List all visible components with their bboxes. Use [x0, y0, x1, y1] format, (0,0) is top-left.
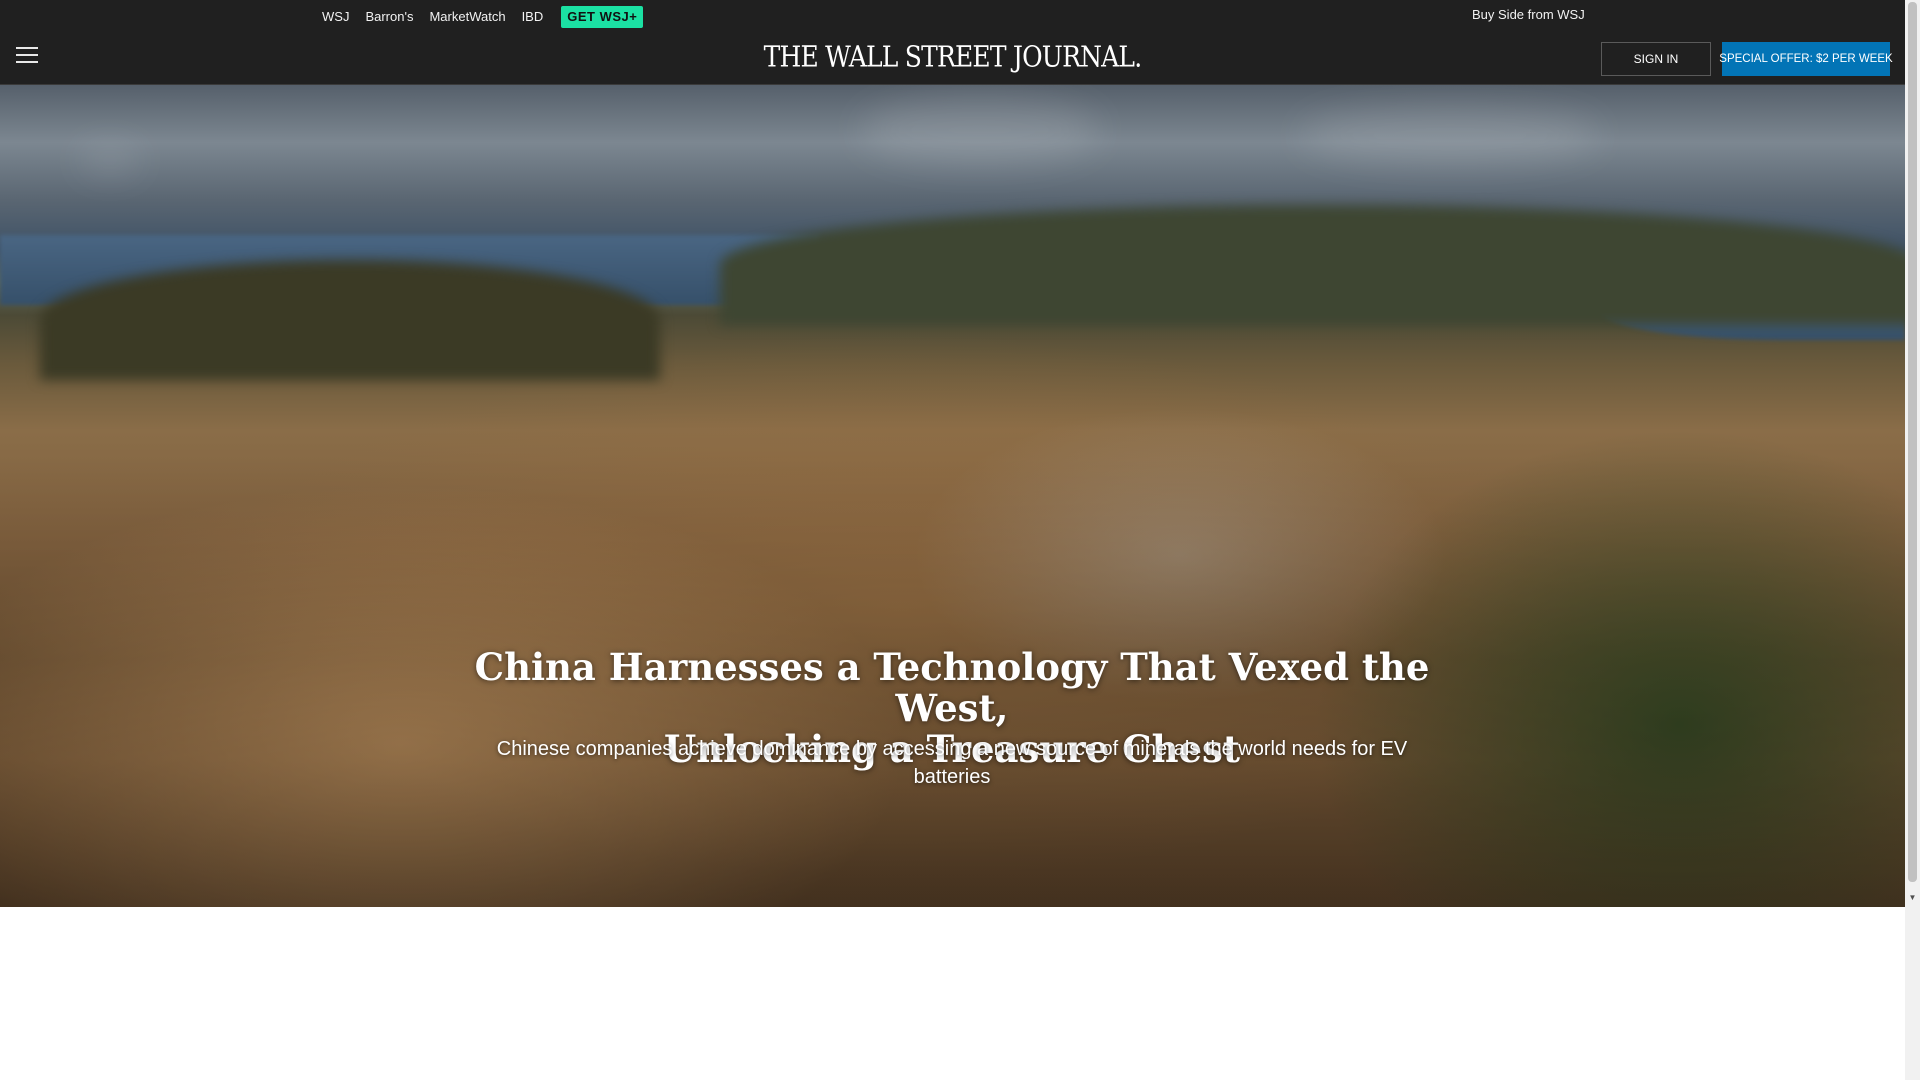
article-dek: Chinese companies achieve dominance by a… [496, 738, 1408, 788]
scroll-down-icon[interactable]: ▼ [1905, 893, 1920, 902]
brand-links: WSJ Barron's MarketWatch IBD GET WSJ+ [322, 6, 644, 28]
buy-side-link[interactable]: Buy Side from WSJ [1472, 5, 1585, 25]
sign-in-button[interactable]: SIGN IN [1601, 42, 1711, 76]
hero-image: China Harnesses a Technology That Vexed … [0, 85, 1905, 907]
page-scrollbar[interactable]: ▲ ▼ [1905, 0, 1920, 1080]
special-offer-button[interactable]: SPECIAL OFFER: $2 PER WEEK [1719, 42, 1893, 76]
top-navigation-bar: WSJ Barron's MarketWatch IBD GET WSJ+ Bu… [0, 0, 1905, 85]
brand-link-marketwatch[interactable]: MarketWatch [429, 7, 505, 27]
brand-link-wsj[interactable]: WSJ [322, 7, 349, 27]
scrollbar-thumb[interactable] [1908, 2, 1917, 882]
brand-link-barrons[interactable]: Barron's [365, 7, 413, 27]
get-wsj-plus-button[interactable]: GET WSJ+ [561, 6, 644, 28]
headline-line-1: China Harnesses a Technology That Vexed … [474, 645, 1430, 730]
brand-link-ibd[interactable]: IBD [522, 7, 544, 27]
